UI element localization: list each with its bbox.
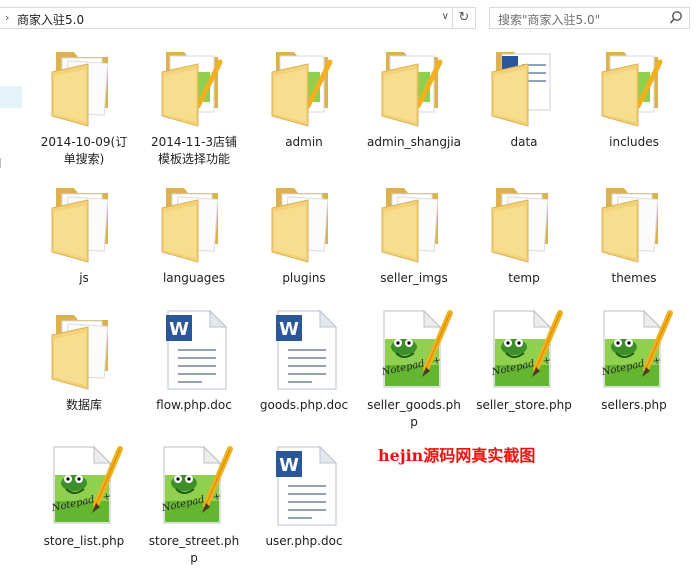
file-item-label: plugins [282,271,326,285]
file-item-label: store_list.php [43,534,125,548]
file-item-label: seller_imgs [380,271,448,285]
notepad-plus-plus-file-icon[interactable]: Notepad++ [374,305,454,393]
file-item-label: seller_goods.php [367,398,461,429]
file-item-label: 2014-10-09(订单搜索) [40,135,128,166]
folder-icon[interactable] [264,178,344,266]
file-item-label: store_street.php [148,534,240,565]
word-document-icon[interactable]: W [264,441,344,529]
file-item-label: js [79,271,89,285]
nav-divider [0,158,4,168]
file-item-label: admin [285,135,323,149]
folder-icon[interactable] [594,178,674,266]
word-document-icon[interactable]: W [154,305,234,393]
file-item-label: 2014-11-3店铺模板选择功能 [150,135,238,166]
folder-icon[interactable] [154,42,234,130]
folder-icon[interactable] [44,178,124,266]
nav-selected-item[interactable] [0,86,22,108]
svg-text:W: W [169,319,189,340]
file-item-label: data [510,135,538,149]
notepad-plus-plus-file-icon[interactable]: Notepad++ [154,441,234,529]
file-item-label: seller_store.php [476,398,572,412]
folder-icon[interactable] [154,178,234,266]
file-item-label: temp [508,271,540,285]
file-item-label: user.php.doc [265,534,343,548]
file-item-label: flow.php.doc [156,398,232,412]
file-item-label: languages [162,271,226,285]
folder-icon[interactable] [374,178,454,266]
folder-icon[interactable] [44,305,124,393]
watermark-text: hejin源码网真实截图 [378,446,536,465]
folder-icon[interactable] [44,42,124,130]
address-path[interactable]: 商家入驻5.0 [17,11,84,28]
file-item-label: 数据库 [65,398,102,412]
file-item-label: includes [609,135,659,149]
file-item-label: goods.php.doc [259,398,349,412]
address-bar[interactable]: › 商家入驻5.0 ∨ ↻ [0,7,476,29]
notepad-plus-plus-file-icon[interactable]: Notepad++ [484,305,564,393]
search-input[interactable]: 搜索"商家入驻5.0" [498,11,600,28]
svg-text:W: W [279,455,299,476]
word-document-icon[interactable]: W [264,305,344,393]
navigation-pane[interactable] [0,38,22,585]
chevron-right-icon[interactable]: › [5,11,9,24]
refresh-icon[interactable]: ↻ [452,8,475,28]
file-item-label: admin_shangjia [366,135,462,149]
folder-icon[interactable] [484,42,564,130]
notepad-plus-plus-file-icon[interactable]: Notepad++ [44,441,124,529]
file-item-label: themes [611,271,657,285]
notepad-plus-plus-file-icon[interactable]: Notepad++ [594,305,674,393]
folder-icon[interactable] [484,178,564,266]
svg-text:W: W [279,319,299,340]
folder-icon[interactable] [594,42,674,130]
folder-icon[interactable] [264,42,344,130]
file-item-label: sellers.php [601,398,667,412]
search-box[interactable]: 搜索"商家入驻5.0" [489,7,690,29]
folder-icon[interactable] [374,42,454,130]
explorer-toolbar: › 商家入驻5.0 ∨ ↻ 搜索"商家入驻5.0" [0,0,700,38]
chevron-down-icon[interactable]: ∨ [442,11,449,22]
search-icon[interactable] [669,10,683,29]
